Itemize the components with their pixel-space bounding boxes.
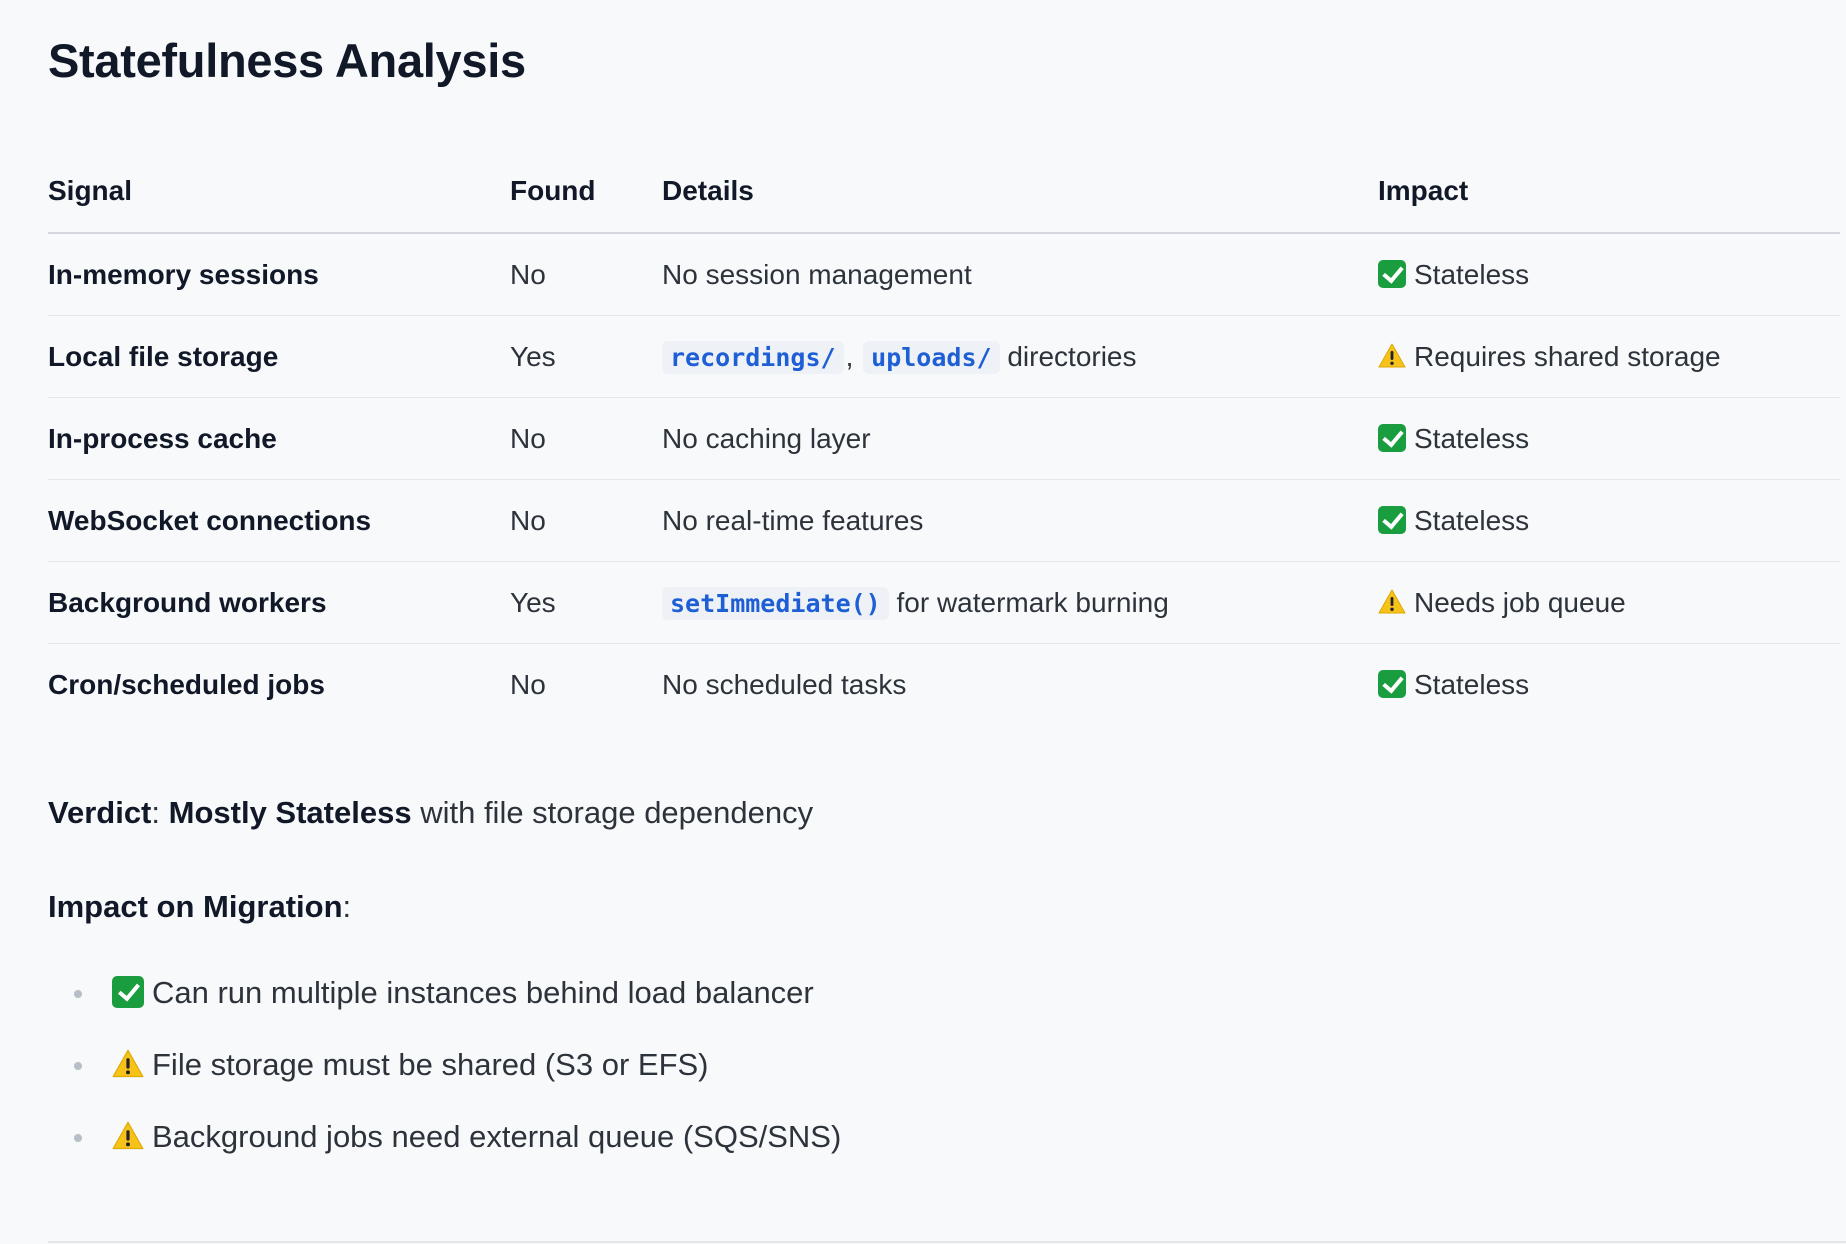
impact-heading-label: Impact on Migration [48,889,343,924]
signal-cell: WebSocket connections [48,479,510,562]
table-row: In-memory sessions No No session managem… [48,233,1840,316]
found-cell: Yes [510,315,662,398]
code-recordings: recordings/ [662,340,844,374]
document-content: Statefulness Analysis Signal Found Detai… [48,24,1846,1185]
details-suffix: directories [1007,340,1137,372]
found-cell: No [510,479,662,562]
check-icon [1378,505,1406,534]
warning-icon [112,1048,144,1080]
verdict-label: Verdict [48,795,152,830]
table-row: Cron/scheduled jobs No No scheduled task… [48,644,1840,726]
table-row: Local file storage Yes recordings/, uplo… [48,315,1840,398]
warning-icon [112,1120,144,1152]
found-cell: Yes [510,561,662,644]
impact-cell: Needs job queue [1378,561,1840,644]
statefulness-table: Signal Found Details Impact In-memory se… [48,150,1840,725]
header-impact: Impact [1378,150,1840,234]
list-item-text: Background jobs need external queue (SQS… [152,1119,842,1154]
details-cell: No session management [662,233,1378,316]
impact-heading-colon: : [342,889,352,924]
page: Statefulness Analysis Signal Found Detai… [0,0,1846,1244]
impact-heading: Impact on Migration: [48,883,1846,931]
check-icon [112,976,144,1008]
list-item-text: Can run multiple instances behind load b… [152,975,814,1010]
header-signal: Signal [48,150,510,234]
impact-cell: Stateless [1378,644,1840,726]
details-suffix: for watermark burning [896,586,1169,618]
details-cell: No caching layer [662,397,1378,480]
header-details: Details [662,150,1378,234]
code-setimmediate: setImmediate() [662,586,889,620]
details-cell: No real-time features [662,479,1378,562]
details-cell: setImmediate() for watermark burning [662,561,1378,644]
impact-list: Can run multiple instances behind load b… [48,969,1846,1185]
table-row: WebSocket connections No No real-time fe… [48,479,1840,562]
header-found: Found [510,150,662,234]
check-icon [1378,259,1406,288]
details-cell: No scheduled tasks [662,668,907,700]
details-cell: recordings/, uploads/ directories [662,315,1378,398]
impact-cell: Stateless [1378,397,1840,480]
warning-icon [1378,588,1406,616]
verdict-line: Verdict: Mostly Stateless with file stor… [48,789,1846,837]
table-header-row: Signal Found Details Impact [48,150,1840,234]
found-cell: No [510,233,662,316]
signal-cell: Local file storage [48,315,510,398]
signal-cell: In-memory sessions [48,233,510,316]
warning-icon [1378,342,1406,370]
page-title: Statefulness Analysis [48,34,526,87]
verdict-suffix: with file storage dependency [420,795,814,830]
impact-text: Stateless [1414,668,1530,700]
found-cell: No [510,668,546,700]
signal-cell: Background workers [48,561,510,644]
found-cell: No [510,397,662,480]
impact-text: Stateless [1414,422,1530,454]
impact-text: Stateless [1414,504,1530,536]
impact-text: Needs job queue [1414,586,1626,618]
code-uploads: uploads/ [863,340,1000,374]
check-icon [1378,423,1406,452]
impact-cell: Stateless [1378,479,1840,562]
impact-cell: Stateless [1378,233,1840,316]
list-item: Background jobs need external queue (SQS… [74,1113,1846,1185]
list-item: Can run multiple instances behind load b… [74,969,1846,1041]
impact-text: Stateless [1414,258,1530,290]
table-row: Background workers Yes setImmediate() fo… [48,561,1840,644]
verdict-colon: : [151,795,161,830]
check-icon [1378,669,1406,698]
verdict-value: Mostly Stateless [168,795,412,830]
impact-cell: Requires shared storage [1378,315,1840,398]
table-row: In-process cache No No caching layer Sta… [48,397,1840,480]
list-item: File storage must be shared (S3 or EFS) [74,1041,1846,1113]
list-item-text: File storage must be shared (S3 or EFS) [152,1047,709,1082]
signal-cell: In-process cache [48,397,510,480]
impact-text: Requires shared storage [1414,340,1721,372]
bottom-divider [48,1241,1846,1243]
details-separator: , [845,340,854,372]
signal-cell: Cron/scheduled jobs [48,668,325,700]
